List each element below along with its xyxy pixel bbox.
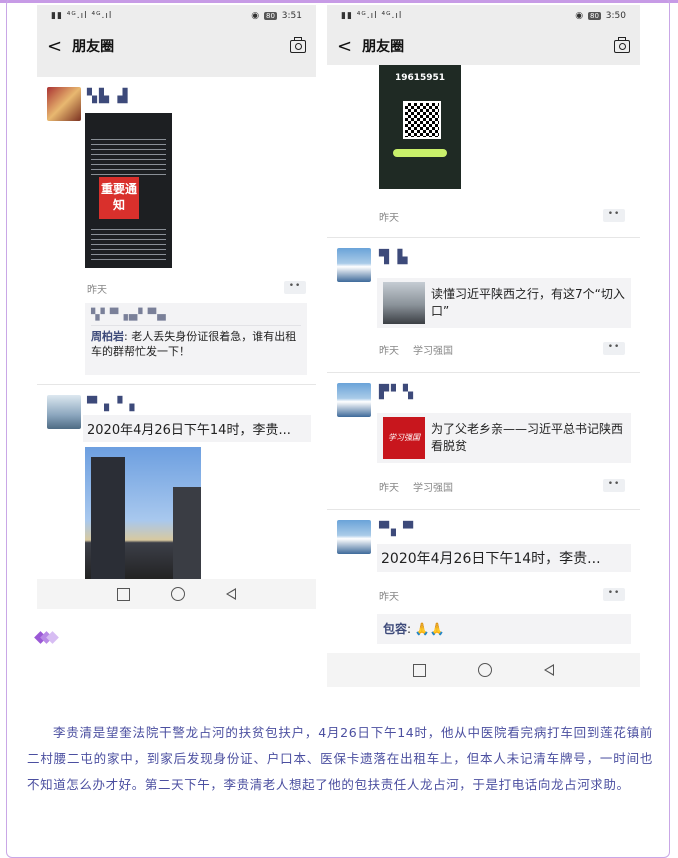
avatar[interactable] bbox=[337, 520, 371, 554]
comment-item: 周柏岩: 老人丢失身份证很着急，谁有出租车的群帮忙发一下！ bbox=[91, 325, 301, 359]
post-time: 昨天 bbox=[379, 213, 399, 224]
back-button[interactable]: < bbox=[47, 36, 62, 57]
back-nav-button[interactable] bbox=[544, 664, 554, 676]
article-paragraph: 李贵清是望奎法院干警龙占河的扶贫包扶户，4月26日下午14时，他从中医院看完病打… bbox=[27, 724, 653, 792]
post-time: 昨天 bbox=[379, 346, 399, 357]
back-nav-button[interactable] bbox=[225, 588, 236, 600]
home-button[interactable] bbox=[170, 587, 185, 601]
moments-header: < 朋友圈 bbox=[37, 27, 316, 65]
eye-icon: ◉ bbox=[251, 11, 260, 21]
android-nav-bar bbox=[37, 579, 316, 609]
post-photo[interactable] bbox=[85, 447, 201, 580]
diamond-decoration bbox=[34, 627, 59, 646]
phone-number-text: 19615951 bbox=[394, 73, 446, 83]
poster-name[interactable]: ▛▘▚ bbox=[379, 385, 415, 400]
comment-area: 包容: 🙏🙏 bbox=[377, 614, 631, 644]
status-right: ◉ 80 3:50 bbox=[575, 11, 626, 21]
page-title: 朋友圈 bbox=[72, 39, 115, 55]
moments-feed: ▚▙ ▟ 重要通知 昨天 •• ▚▘▀▗▄▘▀▄ 周柏岩: 老人丢失身份证很着急… bbox=[37, 77, 316, 581]
shared-article-card[interactable]: 学习强国 为了父老乡亲——习近平总书记陕西看脱贫 bbox=[377, 413, 631, 463]
post-time: 昨天 bbox=[87, 285, 107, 296]
avatar[interactable] bbox=[337, 248, 371, 282]
moment-post: ▛▘▚ 学习强国 为了父老乡亲——习近平总书记陕西看脱贫 昨天 学习强国 •• bbox=[327, 373, 640, 510]
article-thumbnail bbox=[383, 282, 425, 324]
building-shape bbox=[173, 487, 201, 580]
article-title: 为了父老乡亲——习近平总书记陕西看脱贫 bbox=[431, 422, 624, 453]
shared-article-card[interactable]: 读懂习近平陕西之行，有这7个“切入口” bbox=[377, 278, 631, 328]
comment-text: : 🙏🙏 bbox=[407, 622, 445, 636]
status-bar: ▮▮ ⁴ᴳ.ıl ⁴ᴳ.ıl ◉ 80 3:51 bbox=[37, 5, 316, 27]
home-button[interactable] bbox=[478, 663, 492, 677]
poster-name[interactable]: ▀▗ ▘▖ bbox=[87, 397, 142, 412]
left-phone-screenshot: ▮▮ ⁴ᴳ.ıl ⁴ᴳ.ıl ◉ 80 3:51 < 朋友圈 ▚▙ ▟ 重要通知… bbox=[37, 5, 316, 609]
signal-indicator: ▮▮ ⁴ᴳ.ıl ⁴ᴳ.ıl bbox=[51, 11, 113, 21]
comment-area: ▚▘▀▗▄▘▀▄ 周柏岩: 老人丢失身份证很着急，谁有出租车的群帮忙发一下！ bbox=[85, 303, 307, 375]
qr-code-icon bbox=[403, 101, 441, 139]
post-time: 昨天 bbox=[379, 483, 399, 494]
comment-author[interactable]: 周柏岩 bbox=[91, 330, 124, 343]
recents-button[interactable] bbox=[117, 587, 131, 601]
moment-post: ▀▖▀ 2020年4月26日下午14时，李贵... 昨天 •• 包容: 🙏🙏 bbox=[327, 510, 640, 660]
image-text-block bbox=[91, 229, 166, 261]
moment-post: ▀▗ ▘▖ 2020年4月26日下午14时，李贵... bbox=[37, 385, 316, 581]
page-title: 朋友圈 bbox=[362, 39, 405, 55]
avatar[interactable] bbox=[337, 383, 371, 417]
right-phone-screenshot: ▮▮ ⁴ᴳ.ıl ⁴ᴳ.ıl ◉ 80 3:50 < 朋友圈 19615951 … bbox=[327, 5, 640, 687]
eye-icon: ◉ bbox=[575, 11, 584, 21]
moment-post: ▚▙ ▟ 重要通知 昨天 •• ▚▘▀▗▄▘▀▄ 周柏岩: 老人丢失身份证很着急… bbox=[37, 77, 316, 385]
post-image[interactable]: 重要通知 bbox=[85, 113, 172, 268]
poster-name[interactable]: ▜ ▙ bbox=[379, 250, 410, 265]
article-title: 读懂习近平陕西之行，有这7个“切入口” bbox=[431, 287, 625, 318]
post-time: 昨天 bbox=[379, 592, 399, 603]
back-button[interactable]: < bbox=[337, 36, 352, 57]
poster-name[interactable]: ▚▙ ▟ bbox=[87, 89, 130, 104]
battery-icon: 80 bbox=[263, 12, 277, 20]
post-source[interactable]: 学习强国 bbox=[413, 342, 453, 357]
status-right: ◉ 80 3:51 bbox=[251, 11, 302, 21]
avatar[interactable] bbox=[47, 87, 81, 121]
image-text-block bbox=[91, 139, 166, 175]
building-shape bbox=[91, 457, 125, 580]
avatar[interactable] bbox=[47, 395, 81, 429]
signal-indicator: ▮▮ ⁴ᴳ.ıl ⁴ᴳ.ıl bbox=[341, 11, 403, 21]
more-options-button[interactable]: •• bbox=[603, 342, 625, 355]
comment-author[interactable]: 包容 bbox=[383, 622, 407, 636]
more-options-button[interactable]: •• bbox=[603, 209, 625, 222]
notice-badge: 重要通知 bbox=[99, 177, 139, 219]
post-source[interactable]: 学习强国 bbox=[413, 479, 453, 494]
post-text: 2020年4月26日下午14时，李贵... bbox=[377, 544, 631, 572]
android-nav-bar bbox=[327, 653, 640, 687]
clock: 3:51 bbox=[281, 11, 302, 21]
camera-icon[interactable] bbox=[290, 36, 306, 53]
xuexi-logo: 学习强国 bbox=[383, 417, 425, 459]
recents-button[interactable] bbox=[413, 663, 426, 677]
more-options-button[interactable]: •• bbox=[603, 588, 625, 601]
status-bar: ▮▮ ⁴ᴳ.ıl ⁴ᴳ.ıl ◉ 80 3:50 bbox=[327, 5, 640, 27]
moment-post: 19615951 昨天 •• bbox=[327, 65, 640, 238]
poster-name[interactable]: ▀▖▀ bbox=[379, 522, 415, 537]
post-image[interactable]: 19615951 bbox=[379, 65, 461, 189]
battery-icon: 80 bbox=[587, 12, 601, 20]
like-names: ▚▘▀▗▄▘▀▄ bbox=[91, 308, 167, 321]
more-options-button[interactable]: •• bbox=[284, 281, 306, 294]
clock: 3:50 bbox=[605, 11, 626, 21]
moments-header: < 朋友圈 bbox=[327, 27, 640, 65]
moment-post: ▜ ▙ 读懂习近平陕西之行，有这7个“切入口” 昨天 学习强国 •• bbox=[327, 238, 640, 373]
camera-icon[interactable] bbox=[614, 36, 630, 53]
post-text: 2020年4月26日下午14时，李贵... bbox=[83, 415, 311, 442]
moments-feed: 19615951 昨天 •• ▜ ▙ 读懂习近平陕西之行，有这7个“切入口” 昨… bbox=[327, 65, 640, 660]
more-options-button[interactable]: •• bbox=[603, 479, 625, 492]
green-action-button bbox=[393, 149, 447, 157]
